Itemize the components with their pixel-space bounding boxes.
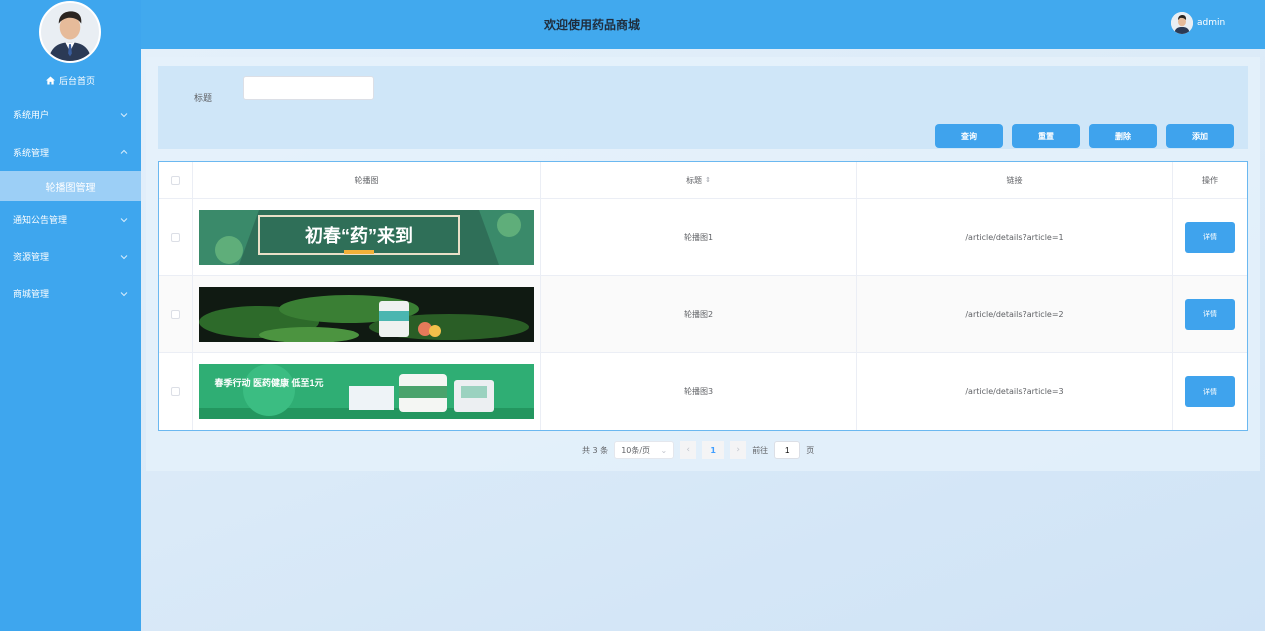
detail-button[interactable]: 详情 [1185, 376, 1235, 407]
column-header-title-label: 标题 [686, 175, 703, 185]
user-menu[interactable]: admin [1171, 12, 1225, 34]
top-header: 欢迎使用药品商城 admin [141, 0, 1265, 49]
chevron-up-icon [120, 149, 128, 154]
avatar[interactable] [39, 1, 101, 63]
page-title: 欢迎使用药品商城 [543, 18, 640, 32]
banner-text: 初春“药”来到 [305, 225, 413, 246]
sort-icon[interactable]: ⇕ [705, 176, 711, 184]
row-checkbox[interactable] [171, 309, 180, 319]
select-all-checkbox[interactable] [171, 175, 180, 185]
chevron-down-icon [120, 112, 128, 117]
search-title-input[interactable] [243, 76, 374, 100]
prev-page-button[interactable]: ‹ [680, 441, 697, 459]
sidebar-item-label: 通知公告管理 [13, 216, 68, 226]
sidebar-item-system-users[interactable]: 系统用户 [0, 96, 141, 133]
chevron-down-icon [120, 217, 128, 222]
sidebar-item-mall[interactable]: 商城管理 [0, 275, 141, 312]
sidebar-home-link[interactable]: 后台首页 [0, 72, 141, 88]
username: admin [1197, 18, 1226, 28]
goto-suffix: 页 [806, 445, 815, 455]
row-checkbox[interactable] [171, 232, 180, 242]
row-link: /article/details?article=1 [857, 199, 1173, 275]
row-link: /article/details?article=2 [857, 276, 1173, 352]
table-row: 轮播图2 /article/details?article=2 详情 [159, 276, 1247, 353]
search-label: 标题 [194, 94, 213, 104]
main-content: 标题 查询 重置 删除 添加 轮播图 标题 ⇕ 链接 操作 初春“药”来到 轮播… [146, 57, 1260, 471]
carousel-banner-image [199, 286, 534, 342]
query-button[interactable]: 查询 [935, 124, 1003, 148]
row-link: /article/details?article=3 [857, 353, 1173, 430]
sidebar-home-label: 后台首页 [58, 76, 95, 87]
goto-prefix: 前往 [752, 445, 769, 455]
pagination: 共 3 条 10条/页 ⌄ ‹ 1 › 前往 页 [582, 441, 814, 459]
page-size-value: 10条/页 [621, 445, 651, 455]
page-size-select[interactable]: 10条/页 ⌄ [614, 441, 675, 459]
banner-text: 春季行动 医药健康 低至1元 [213, 377, 323, 388]
data-table: 轮播图 标题 ⇕ 链接 操作 初春“药”来到 轮播图1 /article/det… [158, 161, 1248, 431]
table-header-row: 轮播图 标题 ⇕ 链接 操作 [159, 162, 1247, 199]
user-avatar [1171, 12, 1193, 34]
sidebar-item-system-management[interactable]: 系统管理 [0, 133, 141, 171]
reset-button[interactable]: 重置 [1012, 124, 1080, 148]
sidebar: 后台首页 系统用户 系统管理 轮播图管理 通知公告管理 资源管理 商城管理 [0, 0, 141, 631]
chevron-down-icon [120, 254, 128, 259]
sidebar-item-label: 系统用户 [13, 111, 50, 121]
sidebar-menu: 系统用户 系统管理 轮播图管理 通知公告管理 资源管理 商城管理 [0, 96, 141, 312]
search-panel: 标题 查询 重置 删除 添加 [158, 66, 1248, 149]
carousel-banner-image: 春季行动 医药健康 低至1元 [199, 364, 534, 419]
column-header-link: 链接 [857, 162, 1173, 198]
sidebar-item-label: 商城管理 [13, 290, 50, 300]
delete-button[interactable]: 删除 [1089, 124, 1157, 148]
row-title: 轮播图1 [541, 199, 857, 275]
detail-button[interactable]: 详情 [1185, 298, 1235, 330]
carousel-banner-image: 初春“药”来到 [199, 209, 534, 265]
sidebar-item-label: 资源管理 [13, 253, 50, 263]
sidebar-item-notices[interactable]: 通知公告管理 [0, 201, 141, 238]
pagination-total: 共 3 条 [582, 445, 609, 455]
chevron-down-icon [120, 291, 128, 296]
sidebar-subitem-carousel[interactable]: 轮播图管理 [0, 171, 141, 201]
user-portrait-icon [1171, 12, 1193, 34]
sidebar-item-resources[interactable]: 资源管理 [0, 238, 141, 275]
table-row: 初春“药”来到 轮播图1 /article/details?article=1 … [159, 199, 1247, 276]
page-number-current[interactable]: 1 [702, 441, 725, 459]
chevron-down-icon: ⌄ [660, 445, 668, 455]
column-header-title[interactable]: 标题 ⇕ [541, 162, 857, 198]
next-page-button[interactable]: › [730, 441, 747, 459]
sidebar-item-label: 系统管理 [13, 148, 50, 159]
add-button[interactable]: 添加 [1166, 124, 1234, 148]
row-checkbox[interactable] [171, 387, 180, 396]
row-title: 轮播图3 [541, 353, 857, 430]
column-header-op: 操作 [1202, 175, 1218, 185]
user-portrait-icon [41, 3, 99, 61]
table-row: 春季行动 医药健康 低至1元 轮播图3 /article/details?art… [159, 353, 1247, 430]
detail-button[interactable]: 详情 [1185, 221, 1235, 253]
home-icon [45, 75, 55, 85]
column-header-image: 轮播图 [193, 162, 541, 198]
goto-page-input[interactable] [774, 441, 801, 459]
row-title: 轮播图2 [541, 276, 857, 352]
